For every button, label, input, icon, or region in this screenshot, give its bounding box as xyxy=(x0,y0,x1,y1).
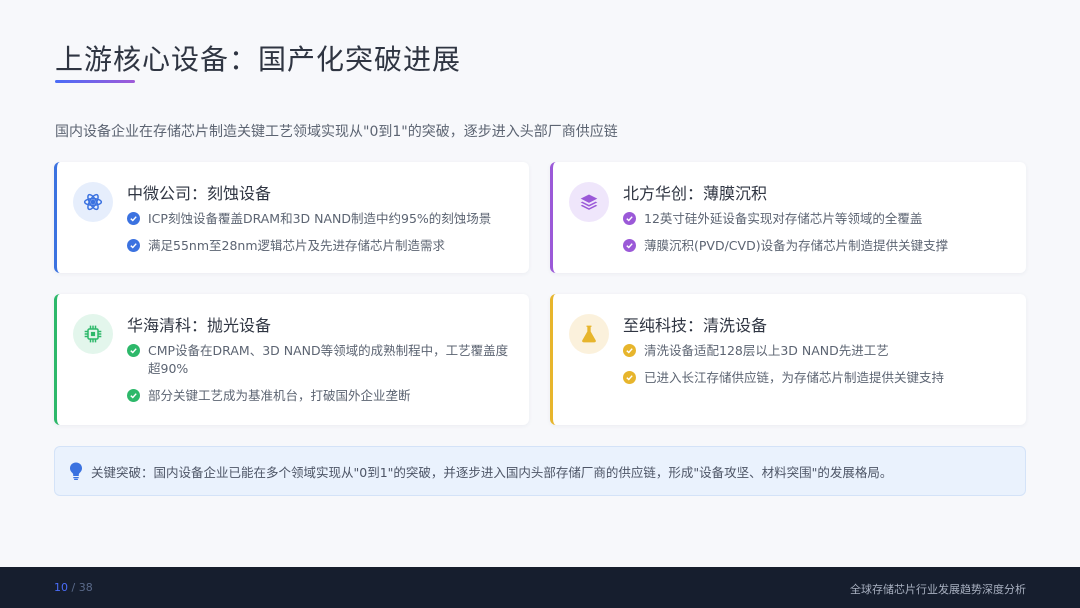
page-number: 10 / 38 xyxy=(54,581,93,594)
layers-icon xyxy=(569,182,609,222)
title-underline xyxy=(55,80,135,83)
note-text: 关键突破：国内设备企业已能在多个领域实现从"0到1"的突破，并逐步进入国内头部存… xyxy=(91,464,893,480)
card-naura: 北方华创：薄膜沉积 12英寸硅外延设备实现对存储芯片等领域的全覆盖 薄膜沉积(P… xyxy=(550,162,1026,273)
check-circle-icon xyxy=(623,212,636,225)
list-item: 部分关键工艺成为基准机台，打破国外企业垄断 xyxy=(127,387,511,405)
lightbulb-icon xyxy=(70,462,82,480)
key-breakthrough-note: 关键突破：国内设备企业已能在多个领域实现从"0到1"的突破，并逐步进入国内头部存… xyxy=(54,446,1026,496)
list-item: 薄膜沉积(PVD/CVD)设备为存储芯片制造提供关键支撑 xyxy=(623,237,1008,255)
page-current: 10 xyxy=(54,581,68,594)
card-zhongwei: 中微公司：刻蚀设备 ICP刻蚀设备覆盖DRAM和3D NAND制造中约95%的刻… xyxy=(54,162,529,273)
list-item: CMP设备在DRAM、3D NAND等领域的成熟制程中，工艺覆盖度超90% xyxy=(127,342,511,378)
list-item: ICP刻蚀设备覆盖DRAM和3D NAND制造中约95%的刻蚀场景 xyxy=(127,210,511,228)
check-circle-icon xyxy=(127,239,140,252)
list-item: 12英寸硅外延设备实现对存储芯片等领域的全覆盖 xyxy=(623,210,1008,228)
check-circle-icon xyxy=(127,212,140,225)
card-title: 至纯科技：清洗设备 xyxy=(623,316,768,335)
flask-icon xyxy=(569,314,609,354)
list-item: 已进入长江存储供应链，为存储芯片制造提供关键支持 xyxy=(623,369,1008,387)
list-item: 满足55nm至28nm逻辑芯片及先进存储芯片制造需求 xyxy=(127,237,511,255)
footer-doc-title: 全球存储芯片行业发展趋势深度分析 xyxy=(850,583,1026,596)
page-title: 上游核心设备：国产化突破进展 xyxy=(55,43,462,76)
card-title: 北方华创：薄膜沉积 xyxy=(623,184,768,203)
footer-bar: 10 / 38 全球存储芯片行业发展趋势深度分析 xyxy=(0,567,1080,608)
page-total: / 38 xyxy=(71,581,93,594)
card-title: 中微公司：刻蚀设备 xyxy=(127,184,272,203)
check-circle-icon xyxy=(623,344,636,357)
card-huahai: 华海清科：抛光设备 CMP设备在DRAM、3D NAND等领域的成熟制程中，工艺… xyxy=(54,294,529,425)
list-item: 清洗设备适配128层以上3D NAND先进工艺 xyxy=(623,342,1008,360)
check-circle-icon xyxy=(623,239,636,252)
card-zhichun: 至纯科技：清洗设备 清洗设备适配128层以上3D NAND先进工艺 已进入长江存… xyxy=(550,294,1026,425)
card-title: 华海清科：抛光设备 xyxy=(127,316,272,335)
check-circle-icon xyxy=(623,371,636,384)
check-circle-icon xyxy=(127,389,140,402)
check-circle-icon xyxy=(127,344,140,357)
page-subtitle: 国内设备企业在存储芯片制造关键工艺领域实现从"0到1"的突破，逐步进入头部厂商供… xyxy=(55,124,618,140)
atom-icon xyxy=(73,182,113,222)
chip-icon xyxy=(73,314,113,354)
